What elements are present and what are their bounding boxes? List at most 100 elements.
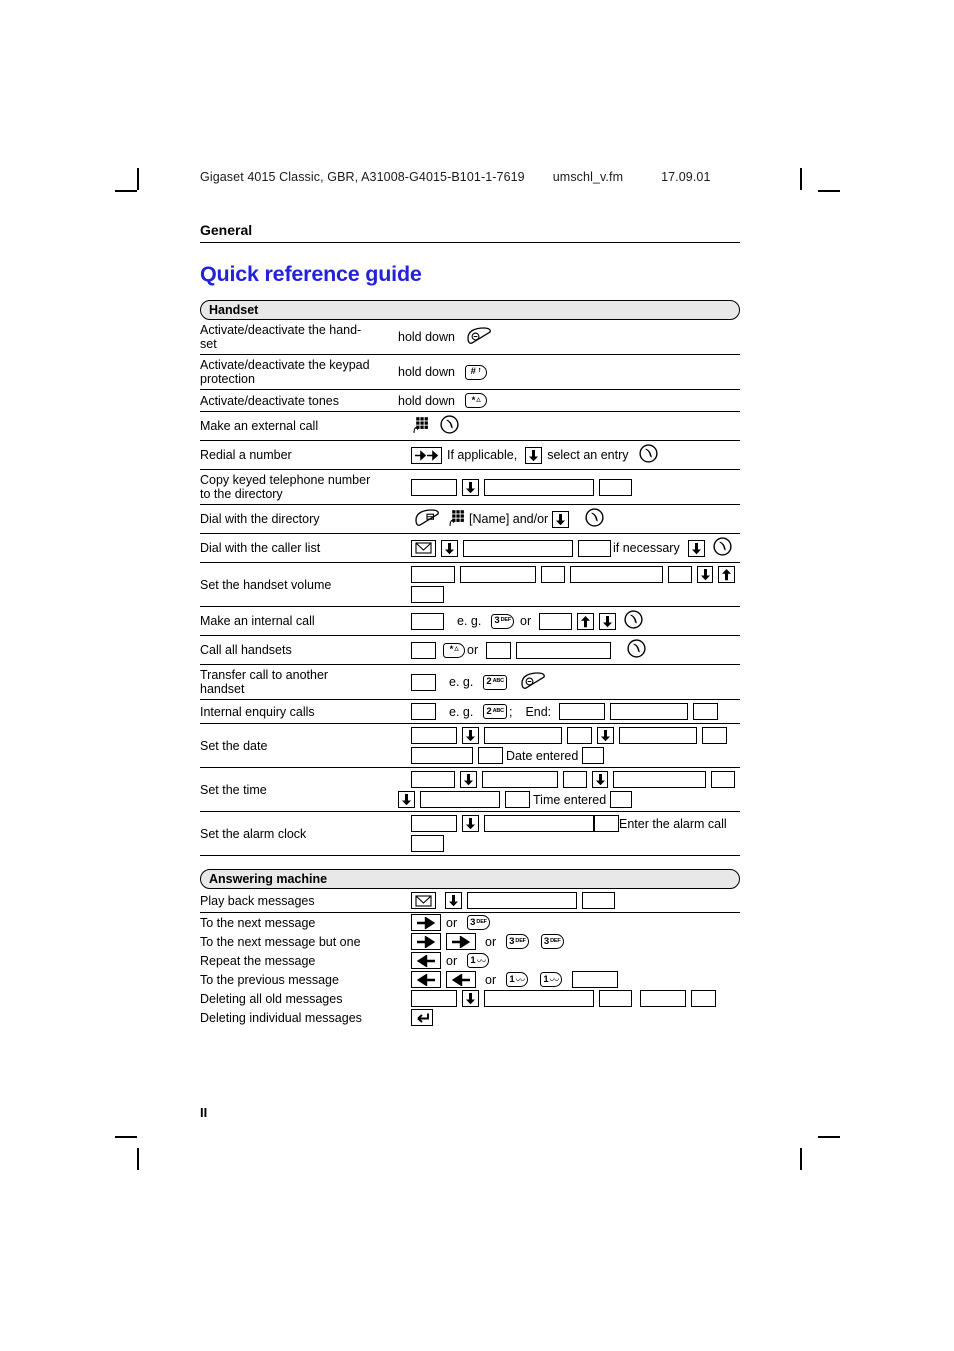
- softkey-box[interactable]: [610, 791, 633, 808]
- keypad-icon[interactable]: [449, 509, 467, 530]
- softkey-box[interactable]: [411, 835, 444, 852]
- softkey-box[interactable]: [691, 990, 716, 1007]
- call-icon[interactable]: [627, 639, 646, 661]
- softkey-box[interactable]: [599, 478, 632, 496]
- 2-abc-key[interactable]: 2 ABC: [483, 674, 507, 690]
- softkey-box[interactable]: [411, 815, 457, 832]
- softkey-box[interactable]: [484, 727, 562, 744]
- softkey-box[interactable]: [484, 815, 594, 832]
- row-label-line2: set: [200, 337, 217, 351]
- star-key[interactable]: * △: [465, 393, 487, 408]
- softkey-box[interactable]: [710, 771, 735, 788]
- down-arrow-key[interactable]: [599, 612, 617, 630]
- softkey-box[interactable]: [478, 747, 503, 764]
- softkey-box[interactable]: [541, 566, 566, 583]
- call-icon[interactable]: [585, 508, 604, 530]
- down-arrow-key[interactable]: [460, 771, 477, 788]
- softkey-box[interactable]: [505, 791, 530, 808]
- down-arrow-key[interactable]: [441, 539, 458, 557]
- star-key[interactable]: * △: [443, 642, 465, 658]
- softkey-box[interactable]: [640, 990, 686, 1007]
- down-arrow-key[interactable]: [552, 510, 570, 528]
- down-arrow-key[interactable]: [591, 771, 609, 788]
- softkey-box[interactable]: [481, 771, 558, 788]
- softkey-box[interactable]: [702, 727, 727, 744]
- down-arrow-key[interactable]: [525, 446, 543, 464]
- right-arrow-key[interactable]: [411, 933, 441, 950]
- left-arrow-key[interactable]: [446, 971, 476, 988]
- softkey-box[interactable]: [463, 539, 573, 557]
- softkey-box[interactable]: [667, 566, 692, 583]
- softkey-box[interactable]: [460, 566, 537, 583]
- call-icon[interactable]: [713, 537, 732, 559]
- call-icon[interactable]: [639, 444, 659, 466]
- call-icon[interactable]: [624, 610, 643, 632]
- softkey-box[interactable]: [411, 641, 436, 659]
- softkey-box[interactable]: [486, 641, 512, 659]
- softkey-box[interactable]: [411, 703, 436, 720]
- softkey-box[interactable]: [516, 641, 612, 659]
- softkey-box[interactable]: [610, 703, 689, 720]
- down-arrow-key[interactable]: [445, 892, 462, 909]
- 1-key[interactable]: 1 ◡◡: [540, 972, 563, 987]
- envelope-key[interactable]: [411, 539, 436, 557]
- down-arrow-key[interactable]: [687, 539, 705, 557]
- up-arrow-key[interactable]: [718, 566, 735, 583]
- softkey-box[interactable]: [572, 971, 619, 988]
- down-arrow-key[interactable]: [597, 727, 614, 744]
- softkey-box[interactable]: [420, 791, 500, 808]
- call-icon[interactable]: [440, 415, 459, 437]
- envelope-key[interactable]: [411, 892, 436, 909]
- softkey-box[interactable]: [599, 990, 632, 1007]
- softkey-box[interactable]: [411, 478, 457, 496]
- left-arrow-key[interactable]: [411, 952, 441, 969]
- softkey-box[interactable]: [411, 990, 457, 1007]
- left-arrow-key[interactable]: [411, 971, 441, 988]
- softkey-box[interactable]: [613, 771, 706, 788]
- softkey-box[interactable]: [570, 566, 663, 583]
- softkey-box[interactable]: [410, 771, 456, 788]
- return-arrow-key[interactable]: [411, 1009, 433, 1026]
- 3-def-key[interactable]: 3 DEF: [506, 934, 529, 949]
- down-arrow-key[interactable]: [462, 727, 479, 744]
- softkey-box[interactable]: [567, 727, 592, 744]
- hash-key[interactable]: # ↾: [465, 364, 487, 380]
- 2-abc-key[interactable]: 2 ABC: [483, 704, 507, 719]
- right-arrow-key[interactable]: [411, 914, 441, 931]
- down-arrow-key[interactable]: [462, 815, 479, 832]
- softkey-box[interactable]: [484, 478, 594, 496]
- softkey-box[interactable]: [582, 892, 615, 909]
- 1-key[interactable]: 1 ◡◡: [506, 972, 529, 987]
- down-arrow-key[interactable]: [696, 566, 714, 583]
- softkey-box[interactable]: [582, 747, 605, 764]
- softkey-box[interactable]: [411, 747, 473, 764]
- down-arrow-key[interactable]: [398, 791, 415, 808]
- 1-key[interactable]: 1 ◡◡: [467, 953, 490, 968]
- softkey-box[interactable]: [467, 892, 577, 909]
- hangup-key-icon[interactable]: [520, 671, 546, 693]
- softkey-box[interactable]: [693, 703, 719, 720]
- down-arrow-key[interactable]: [462, 990, 479, 1007]
- softkey-box[interactable]: [562, 771, 587, 788]
- redial-double-right-arrow-key[interactable]: [411, 446, 442, 464]
- right-arrow-key[interactable]: [446, 933, 476, 950]
- softkey-box[interactable]: [539, 612, 573, 630]
- softkey-box[interactable]: [411, 673, 436, 691]
- softkey-box[interactable]: [578, 539, 611, 557]
- directory-key-icon[interactable]: [414, 508, 440, 530]
- softkey-box[interactable]: [619, 727, 697, 744]
- softkey-box[interactable]: [484, 990, 594, 1007]
- softkey-box[interactable]: [410, 566, 456, 583]
- 3-def-key[interactable]: 3 DEF: [467, 915, 490, 930]
- softkey-box[interactable]: [411, 612, 444, 630]
- softkey-box[interactable]: [559, 703, 606, 720]
- softkey-box[interactable]: [411, 586, 444, 603]
- softkey-box[interactable]: [411, 727, 457, 744]
- hangup-key-icon[interactable]: [466, 326, 492, 348]
- 3-def-key[interactable]: 3 DEF: [540, 934, 564, 949]
- softkey-box[interactable]: [594, 815, 619, 832]
- up-arrow-key[interactable]: [577, 612, 595, 630]
- down-arrow-key[interactable]: [462, 478, 479, 496]
- keypad-icon[interactable]: [413, 416, 431, 437]
- 3-def-key[interactable]: 3 DEF: [491, 613, 515, 629]
